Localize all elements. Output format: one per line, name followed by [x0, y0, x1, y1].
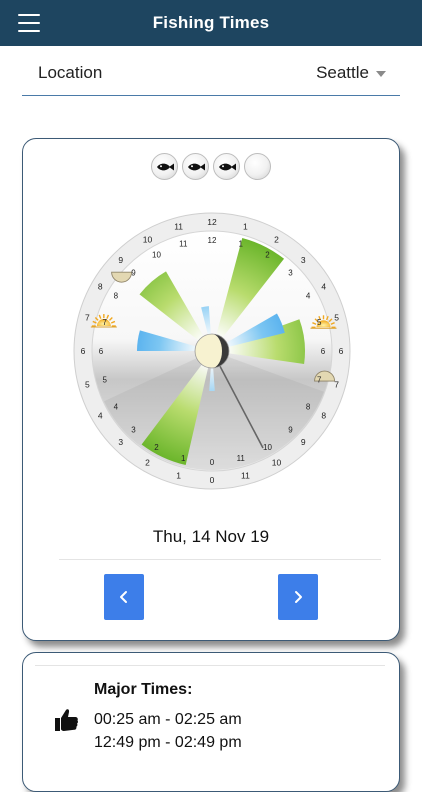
dial-hour-label: 10 — [143, 234, 153, 244]
dial-hour-label-inner: 7 — [317, 376, 322, 385]
dial-hour-label: 10 — [272, 458, 282, 468]
page-title: Fishing Times — [152, 13, 270, 32]
dial-hour-label: 3 — [118, 437, 123, 447]
dial-hour-label-inner: 11 — [237, 454, 246, 463]
selected-date: Thu, 14 Nov 19 — [152, 527, 270, 546]
dial-hour-label-inner: 3 — [131, 425, 136, 434]
dial-hour-label-inner: 2 — [154, 443, 159, 452]
caret-down-icon — [376, 70, 386, 77]
dial-hour-label-inner: 8 — [306, 402, 311, 411]
fish-rating-filled — [182, 153, 209, 180]
dial-hour-label: 7 — [334, 379, 339, 389]
dial-hour-label: 6 — [81, 346, 86, 356]
dial-hour-label-inner: 9 — [131, 268, 136, 277]
location-row: Location Seattle — [22, 50, 400, 96]
dial-hour-label-inner: 1 — [239, 240, 244, 249]
dial-hour-label: 2 — [274, 234, 279, 244]
dial-hour-label: 7 — [85, 313, 90, 323]
dial-hour-label-inner: 7 — [103, 318, 108, 327]
solunar-clock-dial: 12 12345678910110123456789101112 123456789… — [73, 212, 351, 490]
fish-rating-filled — [213, 153, 240, 180]
dial-hour-label: 2 — [145, 458, 150, 468]
dial-hour-label: 3 — [301, 255, 306, 265]
fish-rating-filled — [151, 153, 178, 180]
dial-hour-label-inner: 4 — [306, 291, 311, 300]
dial-hour-label: 8 — [98, 281, 103, 291]
fishing-forecast-card: 12 1 2 3 4 5 6 7 8 9 10 11 0 1 2 3 4 5 6 7 8 9 10 11 12 1 2 3 4 5 6 7 8 9… — [22, 138, 400, 641]
dial-hour-label: 6 — [339, 346, 344, 356]
dial-hour-label-inner: 5 — [103, 376, 108, 385]
times-divider — [35, 665, 385, 666]
dial-hour-label: 9 — [301, 437, 306, 447]
dial-hour-label-inner: 6 — [321, 347, 326, 356]
dial-hour-label-inner: 6 — [99, 347, 104, 356]
dial-hour-label-inner: 11 — [179, 240, 188, 249]
major-times-card: Major Times: 00:25 am - 02:25 am 12:49 p… — [22, 652, 400, 792]
location-dropdown[interactable]: Seattle — [316, 63, 400, 83]
moon-phase-icon — [194, 333, 230, 369]
dial-hour-label-inner: 1 — [181, 454, 186, 463]
dial-hour-label: 0 — [210, 475, 215, 485]
location-label: Location — [38, 62, 103, 82]
dial-hour-label: 11 — [241, 471, 250, 481]
dial-hour-label: 8 — [321, 410, 326, 420]
major-times-heading: Major Times: — [94, 681, 193, 698]
location-value: Seattle — [316, 62, 369, 82]
fish-icon — [156, 163, 174, 170]
dial-hour-label-inner: 3 — [288, 268, 293, 277]
thumbs-up-icon — [55, 709, 78, 731]
chevron-right-icon — [295, 591, 302, 603]
dial-hour-label: 5 — [334, 313, 339, 323]
dial-hour-label: 11 — [174, 221, 183, 231]
dial-hour-label-inner: 10 — [263, 443, 272, 452]
chevron-left-icon — [120, 591, 127, 603]
hamburger-menu-icon[interactable] — [18, 14, 40, 32]
dial-hour-label-inner: 4 — [114, 402, 119, 411]
dial-hour-label-inner: 10 — [152, 251, 161, 260]
dial-hour-label: 9 — [118, 255, 123, 265]
dial-hour-label: 1 — [176, 471, 181, 481]
card-divider — [59, 559, 381, 560]
next-day-button[interactable] — [278, 574, 318, 620]
dial-hour-label: 12 — [207, 217, 217, 227]
fish-rating-empty — [244, 153, 271, 180]
dial-hour-label-inner: 12 — [208, 236, 217, 245]
fish-icon — [187, 163, 205, 170]
dial-hour-label-inner: 8 — [114, 291, 119, 300]
dial-hour-label: 1 — [243, 221, 248, 231]
dial-hour-label-inner: 9 — [288, 425, 293, 434]
dial-hour-label-inner: 5 — [317, 318, 322, 327]
dial-hour-label-inner: 0 — [210, 458, 215, 467]
major-time-entry: 12:49 pm - 02:49 pm — [94, 734, 242, 751]
fish-rating — [23, 153, 399, 180]
dial-hour-label-inner: 2 — [265, 251, 270, 260]
fish-icon — [218, 163, 236, 170]
dial-hour-label: 4 — [321, 281, 326, 291]
dial-hour-label: 5 — [85, 379, 90, 389]
dial-hour-label: 4 — [98, 410, 103, 420]
previous-day-button[interactable] — [104, 574, 144, 620]
app-header: Fishing Times — [0, 0, 422, 46]
major-time-entry: 00:25 am - 02:25 am — [94, 711, 242, 728]
